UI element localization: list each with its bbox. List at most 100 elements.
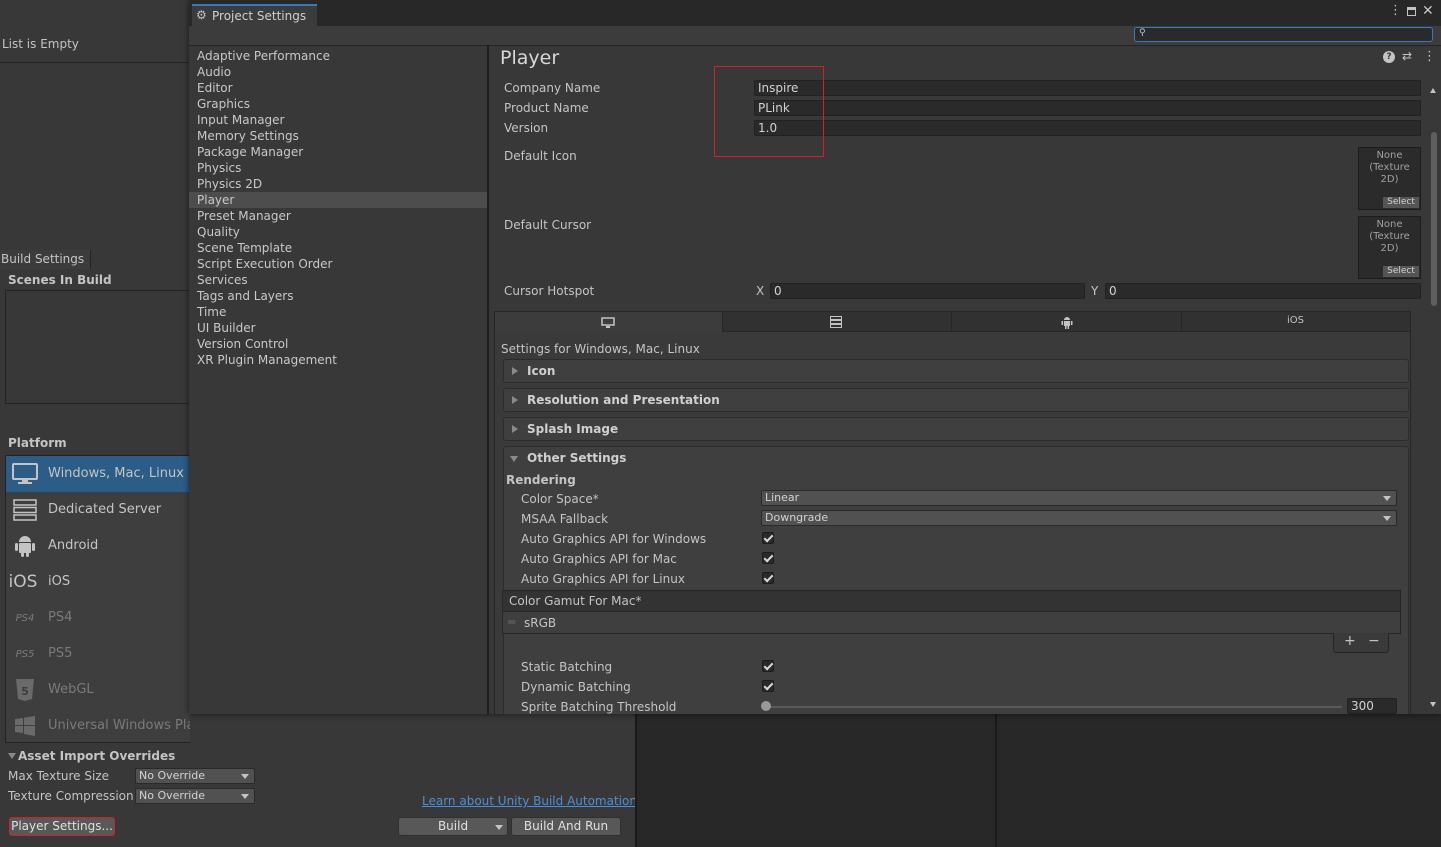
chevron-down-icon: [1383, 496, 1391, 501]
section-label[interactable]: Other Settings: [527, 451, 626, 465]
auto-graphics-windows-checkbox[interactable]: [762, 532, 774, 544]
nav-item-script-execution-order[interactable]: Script Execution Order: [189, 256, 487, 272]
max-texture-size-dropdown[interactable]: No Override: [135, 768, 255, 784]
scroll-up-icon[interactable]: [1430, 88, 1436, 93]
chevron-down-icon[interactable]: [495, 825, 503, 830]
remove-icon[interactable]: −: [1368, 633, 1380, 649]
learn-build-automation-link[interactable]: Learn about Unity Build Automation: [422, 794, 637, 808]
section-icon[interactable]: Icon: [503, 359, 1409, 383]
nav-item-services[interactable]: Services: [189, 272, 487, 288]
hotspot-y-field[interactable]: 0: [1105, 283, 1421, 299]
product-name-label: Product Name: [504, 101, 589, 115]
nav-item-preset-manager[interactable]: Preset Manager: [189, 208, 487, 224]
nav-item-package-manager[interactable]: Package Manager: [189, 144, 487, 160]
slider-handle[interactable]: [761, 701, 771, 711]
more-options-icon[interactable]: ⋮: [1423, 49, 1436, 64]
search-input[interactable]: ⚲: [1134, 27, 1433, 42]
foldout-arrow-icon[interactable]: [510, 456, 518, 462]
platform-label: Dedicated Server: [48, 502, 162, 517]
company-name-field[interactable]: Inspire: [754, 80, 1421, 96]
tab-ios[interactable]: iOS: [1182, 312, 1410, 332]
auto-graphics-mac-checkbox[interactable]: [762, 552, 774, 564]
nav-item-memory-settings[interactable]: Memory Settings: [189, 128, 487, 144]
select-button[interactable]: Select: [1383, 197, 1419, 208]
texture-compression-dropdown[interactable]: No Override: [135, 788, 255, 804]
tab-dedicated-server[interactable]: [723, 312, 952, 332]
tab-android[interactable]: [952, 312, 1182, 332]
tab-standalone[interactable]: [495, 312, 723, 332]
nav-item-graphics[interactable]: Graphics: [189, 96, 487, 112]
nav-item-audio[interactable]: Audio: [189, 64, 487, 80]
server-icon: [830, 316, 842, 328]
asset-import-overrides-header[interactable]: Asset Import Overrides: [18, 749, 175, 763]
company-name-label: Company Name: [504, 81, 601, 95]
default-cursor-label: Default Cursor: [504, 218, 592, 232]
color-space-dropdown[interactable]: Linear: [761, 490, 1397, 506]
build-settings-tab[interactable]: Build Settings: [0, 250, 91, 269]
project-settings-tab[interactable]: ⚙ Project Settings: [192, 4, 317, 26]
hotspot-x-field[interactable]: 0: [770, 283, 1085, 299]
nav-item-physics[interactable]: Physics: [189, 160, 487, 176]
nav-item-tags-and-layers[interactable]: Tags and Layers: [189, 288, 487, 304]
platform-label: iOS: [48, 574, 71, 589]
auto-graphics-linux-checkbox[interactable]: [762, 572, 774, 584]
select-button[interactable]: Select: [1383, 266, 1419, 277]
more-options-icon[interactable]: ⋮: [1389, 3, 1402, 18]
nav-item-scene-template[interactable]: Scene Template: [189, 240, 487, 256]
ios-icon: iOS: [8, 572, 38, 592]
default-icon-label: Default Icon: [504, 149, 577, 163]
dynamic-batching-checkbox[interactable]: [762, 680, 774, 692]
nav-item-player[interactable]: Player: [189, 192, 487, 208]
list-item[interactable]: ═ sRGB: [503, 612, 1400, 633]
hotspot-y-label: Y: [1091, 284, 1099, 298]
chevron-down-icon: [241, 794, 249, 799]
ios-icon: iOS: [1287, 315, 1304, 326]
static-batching-checkbox[interactable]: [762, 660, 774, 672]
build-and-run-button[interactable]: Build And Run: [511, 817, 621, 836]
version-label: Version: [504, 121, 549, 135]
nav-item-physics-2d[interactable]: Physics 2D: [189, 176, 487, 192]
drag-handle-icon[interactable]: ═: [508, 615, 515, 629]
foldout-arrow-icon[interactable]: [8, 753, 16, 759]
sprite-batching-threshold-field[interactable]: 300: [1347, 698, 1397, 714]
section-resolution[interactable]: Resolution and Presentation: [503, 388, 1409, 412]
scrollbar[interactable]: [1430, 88, 1438, 708]
scroll-thumb[interactable]: [1431, 132, 1437, 306]
version-field[interactable]: 1.0: [754, 120, 1421, 136]
default-icon-field[interactable]: None (Texture 2D) Select: [1358, 147, 1421, 210]
preset-icon[interactable]: ⇄: [1402, 49, 1412, 63]
build-button[interactable]: Build: [398, 817, 508, 836]
rendering-header: Rendering: [506, 473, 576, 487]
auto-graphics-mac-label: Auto Graphics API for Mac: [521, 552, 677, 566]
slider-track[interactable]: [766, 706, 1342, 708]
foldout-arrow-icon: [512, 425, 518, 433]
nav-item-input-manager[interactable]: Input Manager: [189, 112, 487, 128]
help-icon[interactable]: ?: [1383, 51, 1395, 63]
player-settings-button[interactable]: Player Settings...: [9, 817, 115, 836]
add-icon[interactable]: +: [1344, 633, 1356, 649]
platform-label: Android: [48, 538, 99, 553]
window-titlebar: ⚙ Project Settings ⋮ ✕: [189, 0, 1441, 26]
default-cursor-field[interactable]: None (Texture 2D) Select: [1358, 216, 1421, 279]
maximize-icon[interactable]: [1407, 7, 1416, 16]
windows-icon: [12, 714, 38, 738]
nav-item-quality[interactable]: Quality: [189, 224, 487, 240]
section-splash-image[interactable]: Splash Image: [503, 417, 1409, 441]
chevron-down-icon: [241, 774, 249, 779]
nav-item-version-control[interactable]: Version Control: [189, 336, 487, 352]
foldout-arrow-icon: [512, 396, 518, 404]
nav-item-time[interactable]: Time: [189, 304, 487, 320]
hotspot-x-label: X: [756, 284, 765, 298]
msaa-fallback-dropdown[interactable]: Downgrade: [761, 510, 1397, 526]
nav-item-xr-plugin-management[interactable]: XR Plugin Management: [189, 352, 487, 368]
nav-item-editor[interactable]: Editor: [189, 80, 487, 96]
section-label: Icon: [527, 364, 556, 378]
product-name-field[interactable]: PLink: [754, 100, 1421, 116]
dropdown-value: Downgrade: [765, 511, 829, 524]
scenes-list[interactable]: [5, 290, 190, 404]
nav-item-ui-builder[interactable]: UI Builder: [189, 320, 487, 336]
scroll-down-icon[interactable]: [1430, 702, 1436, 707]
nav-item-adaptive-performance[interactable]: Adaptive Performance: [189, 48, 487, 64]
close-icon[interactable]: ✕: [1422, 3, 1434, 19]
auto-graphics-windows-label: Auto Graphics API for Windows: [521, 532, 707, 546]
